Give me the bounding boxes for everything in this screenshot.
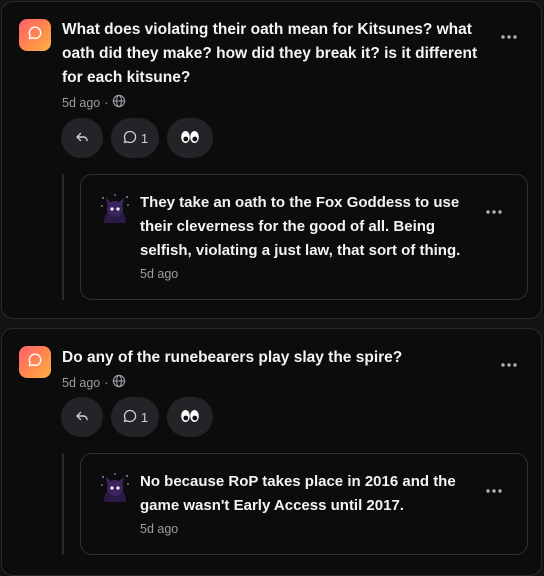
- more-dots-icon: [486, 201, 502, 219]
- more-dots-icon: [486, 480, 502, 498]
- question-text: Do any of the runebearers play slay the …: [62, 349, 403, 366]
- answer-timestamp: 5d ago: [140, 267, 179, 281]
- answer-avatar: [98, 192, 132, 226]
- answer-card: They take an oath to the Fox Goddess to …: [80, 174, 528, 300]
- meta-separator: ·: [104, 95, 109, 110]
- eyes-icon: [180, 130, 200, 147]
- meta-separator: ·: [104, 375, 109, 390]
- answer-card: No because RoP takes place in 2016 and t…: [80, 453, 528, 555]
- more-dots-icon: [501, 26, 517, 44]
- eyes-icon: [180, 409, 200, 426]
- answer-avatar: [98, 471, 132, 505]
- comment-bubble-icon: [122, 408, 138, 427]
- comment-bubble-icon: [122, 129, 138, 148]
- thread-line: [62, 453, 64, 555]
- comments-button[interactable]: 1: [111, 397, 159, 437]
- reply-arrow-icon: [75, 130, 89, 147]
- question-avatar: [19, 346, 51, 378]
- comment-count: 1: [140, 130, 149, 146]
- eyes-reaction-button[interactable]: [167, 118, 213, 158]
- answer-text: They take an oath to the Fox Goddess to …: [140, 194, 461, 259]
- answer-more-options-button[interactable]: [484, 200, 504, 220]
- more-options-button[interactable]: [499, 25, 519, 45]
- chat-bubble-icon: [27, 25, 43, 46]
- globe-icon: [112, 94, 126, 111]
- chat-bubble-icon: [27, 352, 43, 373]
- answer-timestamp: 5d ago: [140, 522, 179, 536]
- question-avatar: [19, 19, 51, 51]
- more-dots-icon: [501, 354, 517, 372]
- reply-button[interactable]: [61, 397, 103, 437]
- question-text: What does violating their oath mean for …: [62, 21, 478, 86]
- post-meta: 5d ago ·: [62, 374, 126, 391]
- reply-button[interactable]: [61, 118, 103, 158]
- comment-count: 1: [140, 409, 149, 425]
- answer-more-options-button[interactable]: [484, 479, 504, 499]
- more-options-button[interactable]: [499, 353, 519, 373]
- thread-line: [62, 174, 64, 300]
- reply-arrow-icon: [75, 409, 89, 426]
- question-card: Do any of the runebearers play slay the …: [1, 328, 542, 576]
- timestamp: 5d ago: [62, 375, 101, 390]
- timestamp: 5d ago: [62, 95, 101, 110]
- post-meta: 5d ago ·: [62, 94, 126, 111]
- comments-button[interactable]: 1: [111, 118, 159, 158]
- answer-text: No because RoP takes place in 2016 and t…: [140, 473, 456, 514]
- question-card: What does violating their oath mean for …: [1, 1, 542, 319]
- eyes-reaction-button[interactable]: [167, 397, 213, 437]
- globe-icon: [112, 374, 126, 391]
